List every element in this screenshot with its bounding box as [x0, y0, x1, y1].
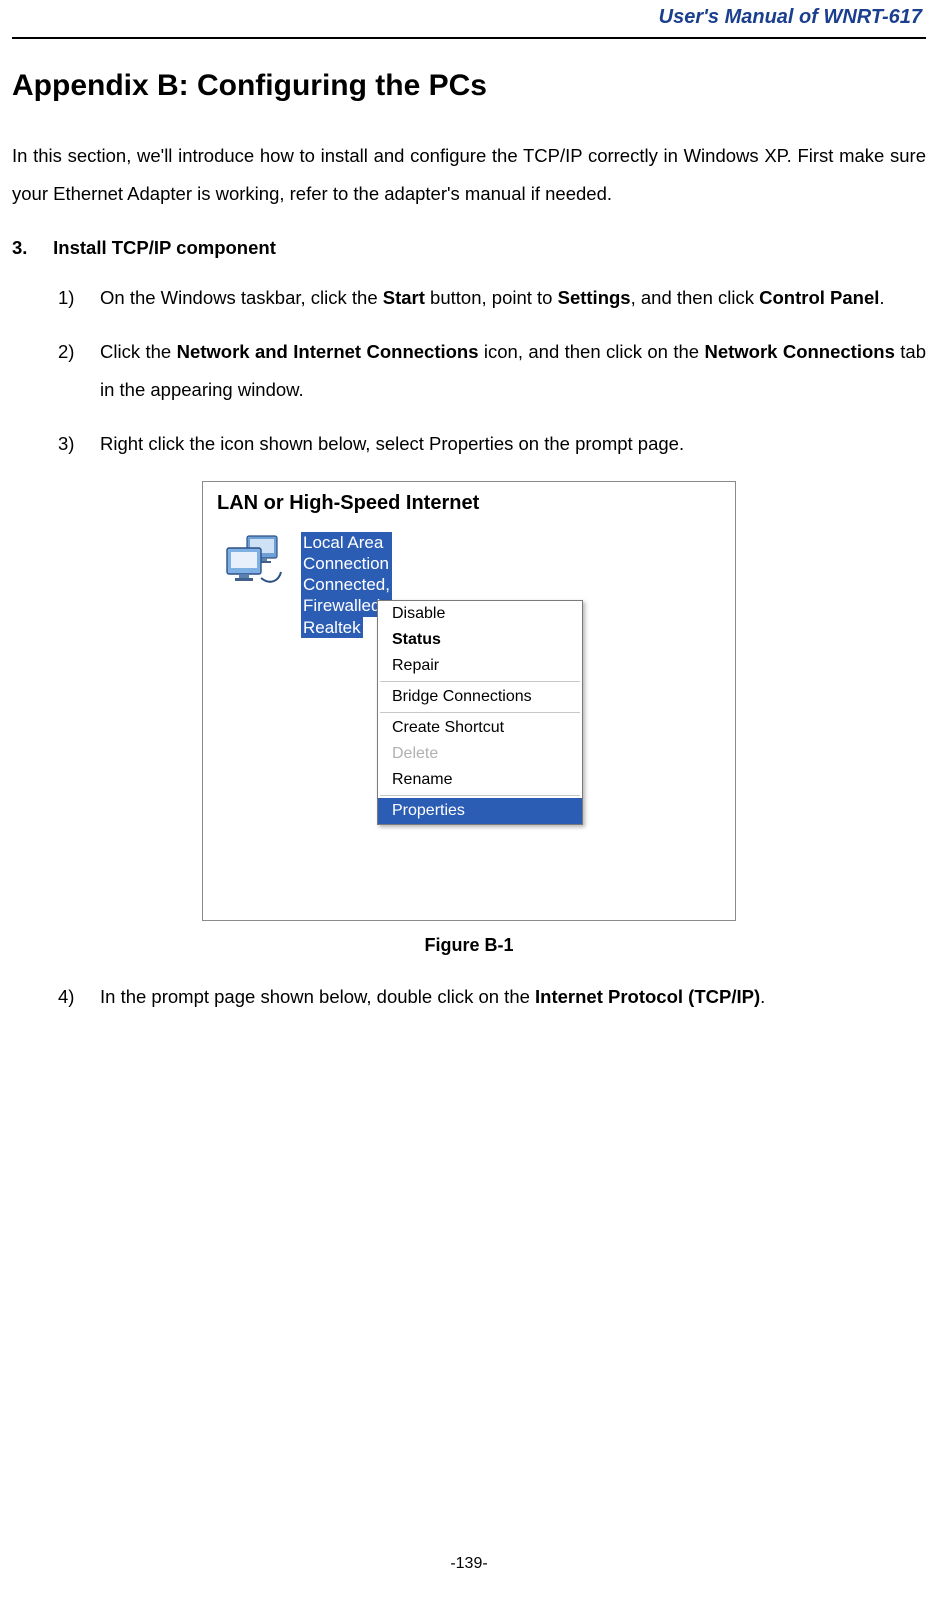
menu-status[interactable]: Status: [378, 627, 582, 653]
section-title: Install TCP/IP component: [53, 237, 276, 258]
step-text: In the prompt page shown below, double c…: [100, 986, 535, 1007]
figure-wrapper: LAN or High-Speed Internet: [12, 481, 926, 921]
bold-text: Internet Protocol (TCP/IP): [535, 986, 760, 1007]
figure-caption: Figure B-1: [12, 935, 926, 956]
step-number: 3): [58, 425, 74, 463]
step-text: Click the: [100, 341, 177, 362]
connection-adapter: Realtek: [301, 617, 363, 638]
step-text: , and then click: [631, 287, 760, 308]
bold-text: Settings: [558, 287, 631, 308]
step-number: 1): [58, 279, 74, 317]
menu-properties[interactable]: Properties: [378, 798, 582, 824]
appendix-title: Appendix B: Configuring the PCs: [12, 69, 926, 103]
menu-delete: Delete: [378, 741, 582, 767]
xp-section-title: LAN or High-Speed Internet: [203, 482, 735, 521]
running-header: User's Manual of WNRT-617: [12, 0, 926, 37]
page-number: -139-: [0, 1555, 938, 1573]
step-number: 2): [58, 333, 74, 371]
header-divider: [12, 37, 926, 39]
section-number: 3.: [12, 237, 48, 259]
menu-repair[interactable]: Repair: [378, 653, 582, 679]
section-heading: 3. Install TCP/IP component: [12, 237, 926, 259]
step-text: button, point to: [425, 287, 558, 308]
step-text: .: [760, 986, 765, 1007]
network-connection-icon: [223, 534, 287, 590]
intro-paragraph: In this section, we'll introduce how to …: [12, 137, 926, 213]
step-2: 2) Click the Network and Internet Connec…: [58, 333, 926, 409]
step-number: 4): [58, 978, 74, 1016]
bold-text: Control Panel: [759, 287, 879, 308]
step-text: On the Windows taskbar, click the: [100, 287, 383, 308]
menu-disable[interactable]: Disable: [378, 601, 582, 627]
bold-text: Network Connections: [704, 341, 894, 362]
step-4: 4) In the prompt page shown below, doubl…: [58, 978, 926, 1016]
menu-bridge[interactable]: Bridge Connections: [378, 684, 582, 710]
menu-separator: [380, 681, 580, 682]
step-3: 3) Right click the icon shown below, sel…: [58, 425, 926, 463]
menu-rename[interactable]: Rename: [378, 767, 582, 793]
step-text: icon, and then click on the: [479, 341, 705, 362]
step-list: 1) On the Windows taskbar, click the Sta…: [12, 279, 926, 463]
step-text: Right click the icon shown below, select…: [100, 433, 684, 454]
xp-network-window: LAN or High-Speed Internet: [202, 481, 736, 921]
bold-text: Start: [383, 287, 425, 308]
step-1: 1) On the Windows taskbar, click the Sta…: [58, 279, 926, 317]
connection-name: Local Area Connection: [301, 532, 392, 575]
context-menu: Disable Status Repair Bridge Connections…: [377, 600, 583, 825]
menu-separator: [380, 712, 580, 713]
document-page: User's Manual of WNRT-617 Appendix B: Co…: [0, 0, 938, 1597]
step-list-2: 4) In the prompt page shown below, doubl…: [12, 978, 926, 1016]
bold-text: Network and Internet Connections: [177, 341, 479, 362]
menu-shortcut[interactable]: Create Shortcut: [378, 715, 582, 741]
step-text: .: [879, 287, 884, 308]
menu-separator: [380, 795, 580, 796]
